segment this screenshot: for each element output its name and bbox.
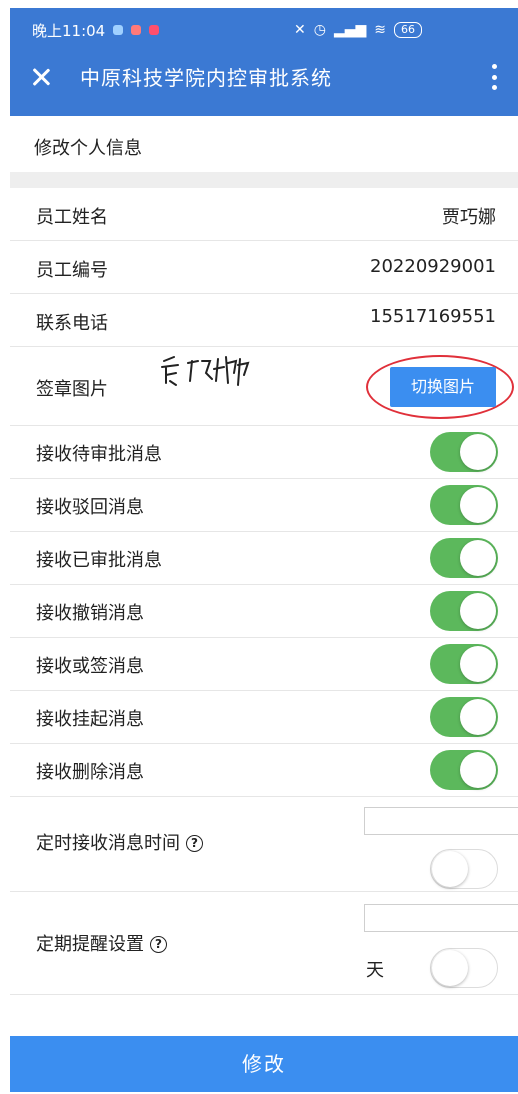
toggle-label: 接收撤销消息 [36,603,144,624]
field-label: 员工编号 [36,260,108,281]
toggle-switch[interactable] [430,538,498,578]
status-bar: 晚上11:04 ✕ ◷ ▂▄▆ ≋ 66 [32,18,496,42]
notification-icon [113,25,124,35]
info-row-phone: 联系电话 15517169551 [10,294,518,347]
divider [10,172,518,188]
help-icon[interactable]: ? [186,835,203,852]
toggle-switch[interactable] [430,432,498,472]
status-time: 晚上11:04 [32,21,106,40]
notification-icon [149,25,160,35]
app-header: 晚上11:04 ✕ ◷ ▂▄▆ ≋ 66 中原科技学院内控审批系统 [10,8,518,116]
timed-receive-input[interactable] [364,807,518,835]
toggle-row-approved: 接收已审批消息 [10,532,518,585]
timed-receive-row: 定时接收消息时间? [10,797,518,892]
toggle-label: 接收待审批消息 [36,444,162,465]
toggle-label: 接收或签消息 [36,656,144,677]
reminder-days-input[interactable] [364,904,518,932]
toggle-label: 接收驳回消息 [36,497,144,518]
timed-receive-label: 定时接收消息时间 [36,833,180,854]
toggle-row-rejected: 接收驳回消息 [10,479,518,532]
signature-row: 签章图片 切换图片 [10,347,518,426]
app-bar: 中原科技学院内控审批系统 [10,54,518,114]
toggle-switch[interactable] [430,644,498,684]
battery-icon: 66 [394,22,422,38]
field-value: 贾巧娜 [442,207,496,228]
field-label: 定期提醒设置? [36,930,167,956]
app-title: 中原科技学院内控审批系统 [80,66,332,90]
signal-icon: ▂▄▆ [333,22,367,38]
section-header: 修改个人信息 [10,118,518,172]
mute-icon: ✕ [294,22,306,38]
info-row-employee-id: 员工编号 20220929001 [10,241,518,294]
field-label: 员工姓名 [36,207,108,228]
submit-button[interactable]: 修改 [10,1036,518,1092]
toggle-label: 接收挂起消息 [36,709,144,730]
toggle-row-or-sign: 接收或签消息 [10,638,518,691]
wifi-icon: ≋ [374,22,386,38]
toggle-switch[interactable] [430,750,498,790]
field-value: 15517169551 [370,306,496,327]
toggle-row-suspended: 接收挂起消息 [10,691,518,744]
field-label: 定时接收消息时间? [36,829,203,855]
toggle-label: 接收删除消息 [36,762,144,783]
reminder-label: 定期提醒设置 [36,934,144,955]
toggle-switch[interactable] [430,849,498,889]
field-label: 签章图片 [36,379,108,400]
switch-image-button[interactable]: 切换图片 [390,367,496,407]
toggle-switch[interactable] [430,485,498,525]
info-row-name: 员工姓名 贾巧娜 [10,188,518,241]
toggle-switch[interactable] [430,697,498,737]
help-icon[interactable]: ? [150,936,167,953]
section-title: 修改个人信息 [34,138,142,159]
reminder-row: 定期提醒设置? 天 [10,892,518,995]
toggle-label: 接收已审批消息 [36,550,162,571]
close-icon[interactable] [30,66,52,88]
toggle-row-deleted: 接收删除消息 [10,744,518,797]
toggle-row-revoked: 接收撤销消息 [10,585,518,638]
alarm-icon: ◷ [313,22,326,38]
notification-icon [131,25,142,35]
toggle-switch[interactable] [430,948,498,988]
signature-image [161,356,250,386]
more-menu-icon[interactable] [492,64,498,90]
unit-label: 天 [366,960,384,981]
field-value: 20220929001 [370,256,496,277]
field-label: 联系电话 [36,313,108,334]
toggle-row-pending: 接收待审批消息 [10,426,518,479]
toggle-switch[interactable] [430,591,498,631]
